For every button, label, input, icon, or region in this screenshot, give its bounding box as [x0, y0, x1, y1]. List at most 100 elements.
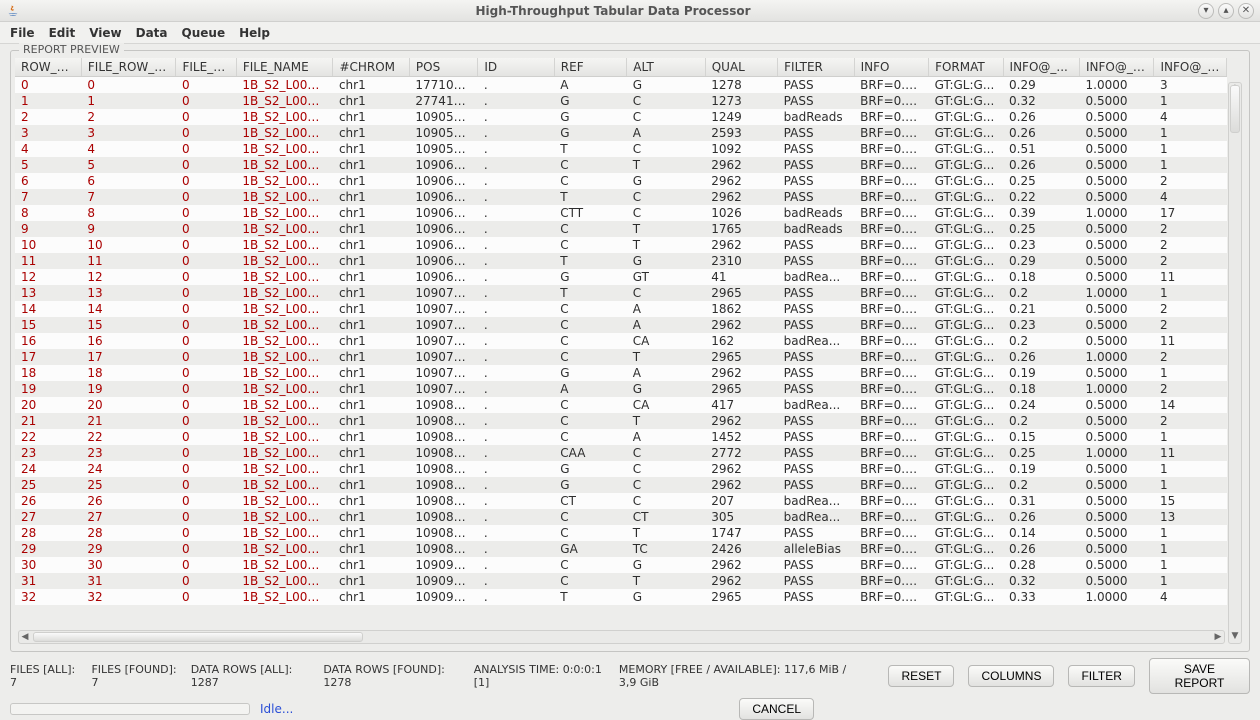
table-cell[interactable]: C: [554, 429, 626, 445]
minimize-button[interactable]: ▾: [1198, 3, 1214, 19]
table-cell[interactable]: .: [478, 93, 554, 109]
table-row[interactable]: 151501B_S2_L001....chr1109070....CA2962P…: [15, 317, 1227, 333]
table-cell[interactable]: 1: [1154, 365, 1227, 381]
table-cell[interactable]: 2: [1154, 349, 1227, 365]
table-cell[interactable]: chr1: [333, 109, 409, 125]
menu-queue[interactable]: Queue: [182, 26, 226, 40]
table-cell[interactable]: C: [554, 157, 626, 173]
table-cell[interactable]: .: [478, 237, 554, 253]
table-cell[interactable]: 1.0000: [1080, 205, 1154, 221]
table-cell[interactable]: 4: [1154, 189, 1227, 205]
table-cell[interactable]: 1B_S2_L001....: [236, 557, 333, 573]
table-cell[interactable]: 2962: [705, 413, 777, 429]
table-cell[interactable]: GT:GL:G...: [929, 173, 1003, 189]
table-cell[interactable]: PASS: [778, 173, 854, 189]
table-cell[interactable]: PASS: [778, 557, 854, 573]
table-cell[interactable]: 1249: [705, 109, 777, 125]
table-cell[interactable]: 19: [15, 381, 81, 397]
table-cell[interactable]: C: [627, 141, 705, 157]
table-cell[interactable]: BRF=0.2...: [854, 157, 928, 173]
table-cell[interactable]: BRF=0.5...: [854, 141, 928, 157]
table-cell[interactable]: chr1: [333, 157, 409, 173]
table-cell[interactable]: G: [627, 381, 705, 397]
table-cell[interactable]: GT:GL:G...: [929, 253, 1003, 269]
table-cell[interactable]: GT:GL:G...: [929, 397, 1003, 413]
table-cell[interactable]: 2965: [705, 285, 777, 301]
table-cell[interactable]: GT:GL:G...: [929, 525, 1003, 541]
table-cell[interactable]: .: [478, 477, 554, 493]
table-cell[interactable]: G: [627, 557, 705, 573]
table-cell[interactable]: 0.23: [1003, 317, 1079, 333]
table-cell[interactable]: PASS: [778, 93, 854, 109]
table-cell[interactable]: BRF=0.1...: [854, 429, 928, 445]
table-cell[interactable]: 1B_S2_L001....: [236, 461, 333, 477]
table-cell[interactable]: 109061...: [409, 189, 477, 205]
table-cell[interactable]: GT:GL:G...: [929, 461, 1003, 477]
table-cell[interactable]: BRF=0.2...: [854, 317, 928, 333]
table-cell[interactable]: 30: [15, 557, 81, 573]
table-cell[interactable]: .: [478, 301, 554, 317]
table-cell[interactable]: 0: [176, 221, 236, 237]
table-cell[interactable]: 109082...: [409, 445, 477, 461]
table-cell[interactable]: BRF=0.2...: [854, 237, 928, 253]
table-cell[interactable]: 0: [176, 573, 236, 589]
table-cell[interactable]: BRF=0.2...: [854, 125, 928, 141]
table-cell[interactable]: GT:GL:G...: [929, 493, 1003, 509]
table-cell[interactable]: 27: [15, 509, 81, 525]
table-cell[interactable]: 109058...: [409, 109, 477, 125]
table-cell[interactable]: 18: [15, 365, 81, 381]
table-cell[interactable]: 41: [705, 269, 777, 285]
table-cell[interactable]: PASS: [778, 157, 854, 173]
table-cell[interactable]: G: [627, 173, 705, 189]
table-cell[interactable]: T: [627, 237, 705, 253]
table-cell[interactable]: 2593: [705, 125, 777, 141]
table-cell[interactable]: 4: [81, 141, 176, 157]
table-cell[interactable]: 0: [176, 397, 236, 413]
table-cell[interactable]: PASS: [778, 141, 854, 157]
table-cell[interactable]: 1747: [705, 525, 777, 541]
table-cell[interactable]: 4: [15, 141, 81, 157]
table-cell[interactable]: CT: [627, 509, 705, 525]
table-cell[interactable]: 109091...: [409, 589, 477, 605]
table-row[interactable]: 262601B_S2_L001....chr1109084....CTC207b…: [15, 493, 1227, 509]
horizontal-scroll-thumb[interactable]: [33, 632, 363, 642]
close-button[interactable]: ✕: [1238, 3, 1254, 19]
table-cell[interactable]: 2: [1154, 381, 1227, 397]
table-cell[interactable]: C: [627, 493, 705, 509]
table-cell[interactable]: 8: [15, 205, 81, 221]
table-cell[interactable]: 0.5000: [1080, 269, 1154, 285]
table-cell[interactable]: 0.51: [1003, 141, 1079, 157]
table-cell[interactable]: 13: [15, 285, 81, 301]
table-cell[interactable]: 7: [81, 189, 176, 205]
table-cell[interactable]: PASS: [778, 381, 854, 397]
table-cell[interactable]: BRF=0.2...: [854, 509, 928, 525]
menu-view[interactable]: View: [89, 26, 121, 40]
table-cell[interactable]: .: [478, 541, 554, 557]
table-cell[interactable]: 109063...: [409, 205, 477, 221]
table-cell[interactable]: 1B_S2_L001....: [236, 525, 333, 541]
table-cell[interactable]: badRea...: [778, 493, 854, 509]
table-cell[interactable]: 0.29: [1003, 77, 1079, 94]
table-cell[interactable]: A: [627, 317, 705, 333]
table-cell[interactable]: C: [554, 509, 626, 525]
table-cell[interactable]: 0.26: [1003, 509, 1079, 525]
table-cell[interactable]: GT:GL:G...: [929, 557, 1003, 573]
column-header[interactable]: INFO@_...: [1003, 58, 1079, 77]
table-cell[interactable]: A: [627, 301, 705, 317]
table-cell[interactable]: BRF=0.1...: [854, 381, 928, 397]
table-cell[interactable]: GT:GL:G...: [929, 445, 1003, 461]
table-cell[interactable]: 26: [15, 493, 81, 509]
table-cell[interactable]: 0.26: [1003, 157, 1079, 173]
table-cell[interactable]: 0.25: [1003, 445, 1079, 461]
table-cell[interactable]: BRF=0.2...: [854, 397, 928, 413]
table-row[interactable]: 323201B_S2_L001....chr1109091....TG2965P…: [15, 589, 1227, 605]
table-row[interactable]: 5501B_S2_L001....chr1109060....CT2962PAS…: [15, 157, 1227, 173]
table-cell[interactable]: 0.5000: [1080, 509, 1154, 525]
table-cell[interactable]: G: [627, 253, 705, 269]
table-cell[interactable]: 1B_S2_L001....: [236, 509, 333, 525]
table-cell[interactable]: 0.21: [1003, 301, 1079, 317]
table-cell[interactable]: GT:GL:G...: [929, 381, 1003, 397]
table-cell[interactable]: 0.5000: [1080, 141, 1154, 157]
table-cell[interactable]: 0: [176, 557, 236, 573]
table-cell[interactable]: BRF=0.2...: [854, 413, 928, 429]
